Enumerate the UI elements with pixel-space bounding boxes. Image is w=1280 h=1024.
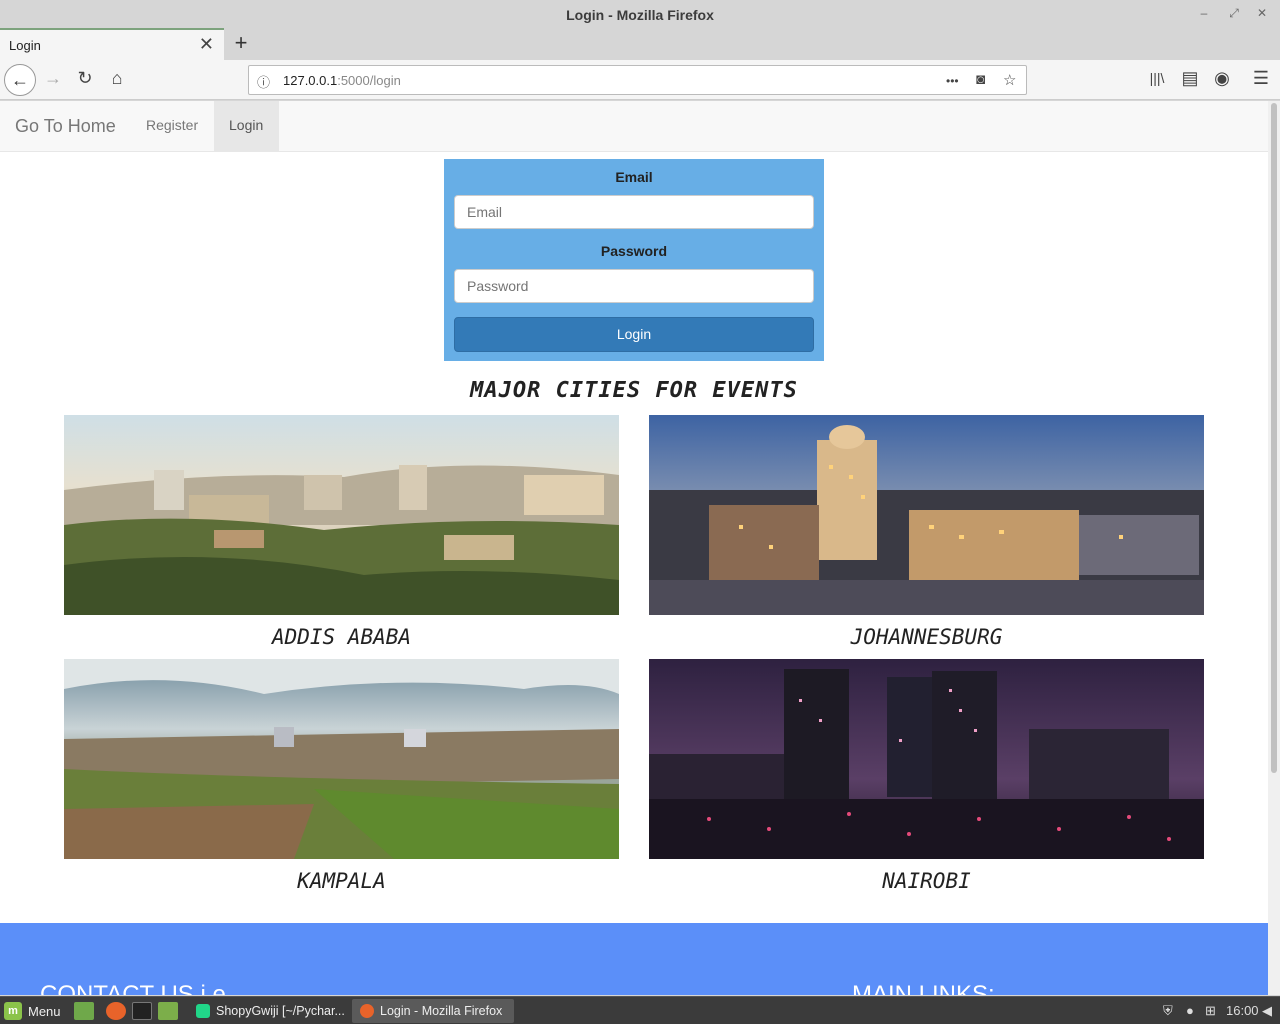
window-titlebar: Login - Mozilla Firefox – ⤢ ✕ — [0, 0, 1280, 30]
home-icon[interactable]: ⌂ — [106, 68, 128, 89]
network-icon[interactable]: ⊞ — [1205, 1003, 1216, 1019]
user-icon[interactable]: ● — [1186, 1003, 1194, 1018]
bookmark-star-icon[interactable]: ☆ — [1003, 71, 1016, 89]
city-name: NAIROBI — [882, 869, 971, 893]
new-tab-icon[interactable]: + — [230, 30, 252, 56]
nav-toolbar: ← → ↻ ⌂ ⓘ 127.0.0.1:5000/login ••• ◙ ☆ |… — [0, 60, 1280, 100]
show-desktop-icon[interactable] — [74, 1002, 94, 1020]
pycharm-icon — [196, 1004, 210, 1018]
pocket-icon[interactable]: ◙ — [976, 71, 985, 88]
back-icon[interactable]: ← — [4, 64, 36, 96]
library-icon[interactable]: |||\ — [1146, 70, 1168, 86]
minimize-icon[interactable]: – — [1196, 6, 1212, 20]
reload-icon[interactable]: ↻ — [74, 68, 96, 89]
city-card-addis-ababa: ADDIS ABABA — [64, 415, 619, 649]
tab-bar: Login ✕ + — [0, 28, 1280, 60]
tab-close-icon[interactable]: ✕ — [199, 34, 214, 55]
city-name: KAMPALA — [297, 869, 386, 893]
city-card-nairobi: NAIROBI — [649, 659, 1204, 893]
site-info-icon[interactable]: ⓘ — [257, 72, 270, 91]
city-photo-kampala — [64, 659, 619, 859]
task-firefox[interactable]: Login - Mozilla Firefox — [352, 999, 514, 1023]
site-navbar: Go To Home Register Login — [0, 101, 1268, 152]
scrollbar-thumb[interactable] — [1271, 103, 1277, 773]
page-scrollbar[interactable] — [1268, 101, 1280, 995]
url-bar[interactable]: ⓘ 127.0.0.1:5000/login ••• ◙ ☆ — [248, 65, 1027, 95]
city-photo-addis-ababa — [64, 415, 619, 615]
mint-logo-icon: m — [4, 1002, 22, 1020]
login-form: Email Password Login — [444, 159, 824, 361]
account-icon[interactable]: ◉ — [1211, 68, 1233, 89]
city-name: ADDIS ABABA — [271, 625, 412, 649]
clock[interactable]: 16:00 — [1226, 1003, 1259, 1018]
city-photo-nairobi — [649, 659, 1204, 859]
email-label: Email — [615, 169, 653, 185]
hamburger-menu-icon[interactable]: ☰ — [1250, 68, 1272, 89]
files-launcher-icon[interactable] — [158, 1002, 178, 1020]
city-card-kampala: KAMPALA — [64, 659, 619, 893]
city-name: JOHANNESBURG — [850, 625, 1003, 649]
terminal-launcher-icon[interactable] — [132, 1002, 152, 1020]
task-label: ShopyGwiji [~/Pychar... — [216, 1004, 345, 1018]
shield-icon[interactable]: ⛨ — [1163, 1003, 1173, 1019]
menu-label: Menu — [28, 1003, 61, 1019]
maximize-icon[interactable]: ⤢ — [1226, 6, 1242, 21]
firefox-icon — [360, 1004, 374, 1018]
page-actions-icon[interactable]: ••• — [946, 74, 959, 88]
cities-heading: MAJOR CITIES FOR EVENTS — [470, 378, 798, 403]
home-link[interactable]: Go To Home — [15, 116, 116, 137]
tab-label: Login — [9, 38, 41, 53]
nav-register-link[interactable]: Register — [131, 101, 213, 152]
page-viewport: Go To Home Register Login Email Password… — [0, 101, 1268, 995]
city-photo-johannesburg — [649, 415, 1204, 615]
volume-icon[interactable]: ◀ — [1262, 1003, 1272, 1019]
tab-login[interactable]: Login ✕ — [0, 28, 224, 60]
forward-icon[interactable]: → — [42, 68, 64, 89]
os-taskbar: m Menu ShopyGwiji [~/Pychar... Login - M… — [0, 996, 1280, 1024]
start-menu-button[interactable]: m Menu — [4, 1001, 61, 1021]
contact-heading: CONTACT US i.e — [40, 981, 226, 995]
close-window-icon[interactable]: ✕ — [1254, 6, 1270, 20]
task-pycharm[interactable]: ShopyGwiji [~/Pychar... — [188, 999, 353, 1023]
window-title: Login - Mozilla Firefox — [566, 7, 714, 23]
firefox-launcher-icon[interactable] — [106, 1002, 126, 1020]
email-field[interactable] — [454, 195, 814, 229]
city-card-johannesburg: JOHANNESBURG — [649, 415, 1204, 649]
main-links-heading: MAIN LINKS: — [852, 981, 995, 995]
login-button[interactable]: Login — [454, 317, 814, 352]
sidebar-icon[interactable]: ▤ — [1179, 68, 1201, 89]
password-label: Password — [600, 243, 668, 259]
nav-login-link[interactable]: Login — [214, 101, 279, 152]
task-label: Login - Mozilla Firefox — [380, 1004, 503, 1018]
password-field[interactable] — [454, 269, 814, 303]
site-footer: CONTACT US i.e MAIN LINKS: — [0, 923, 1268, 995]
url-text[interactable]: 127.0.0.1:5000/login — [283, 73, 401, 88]
